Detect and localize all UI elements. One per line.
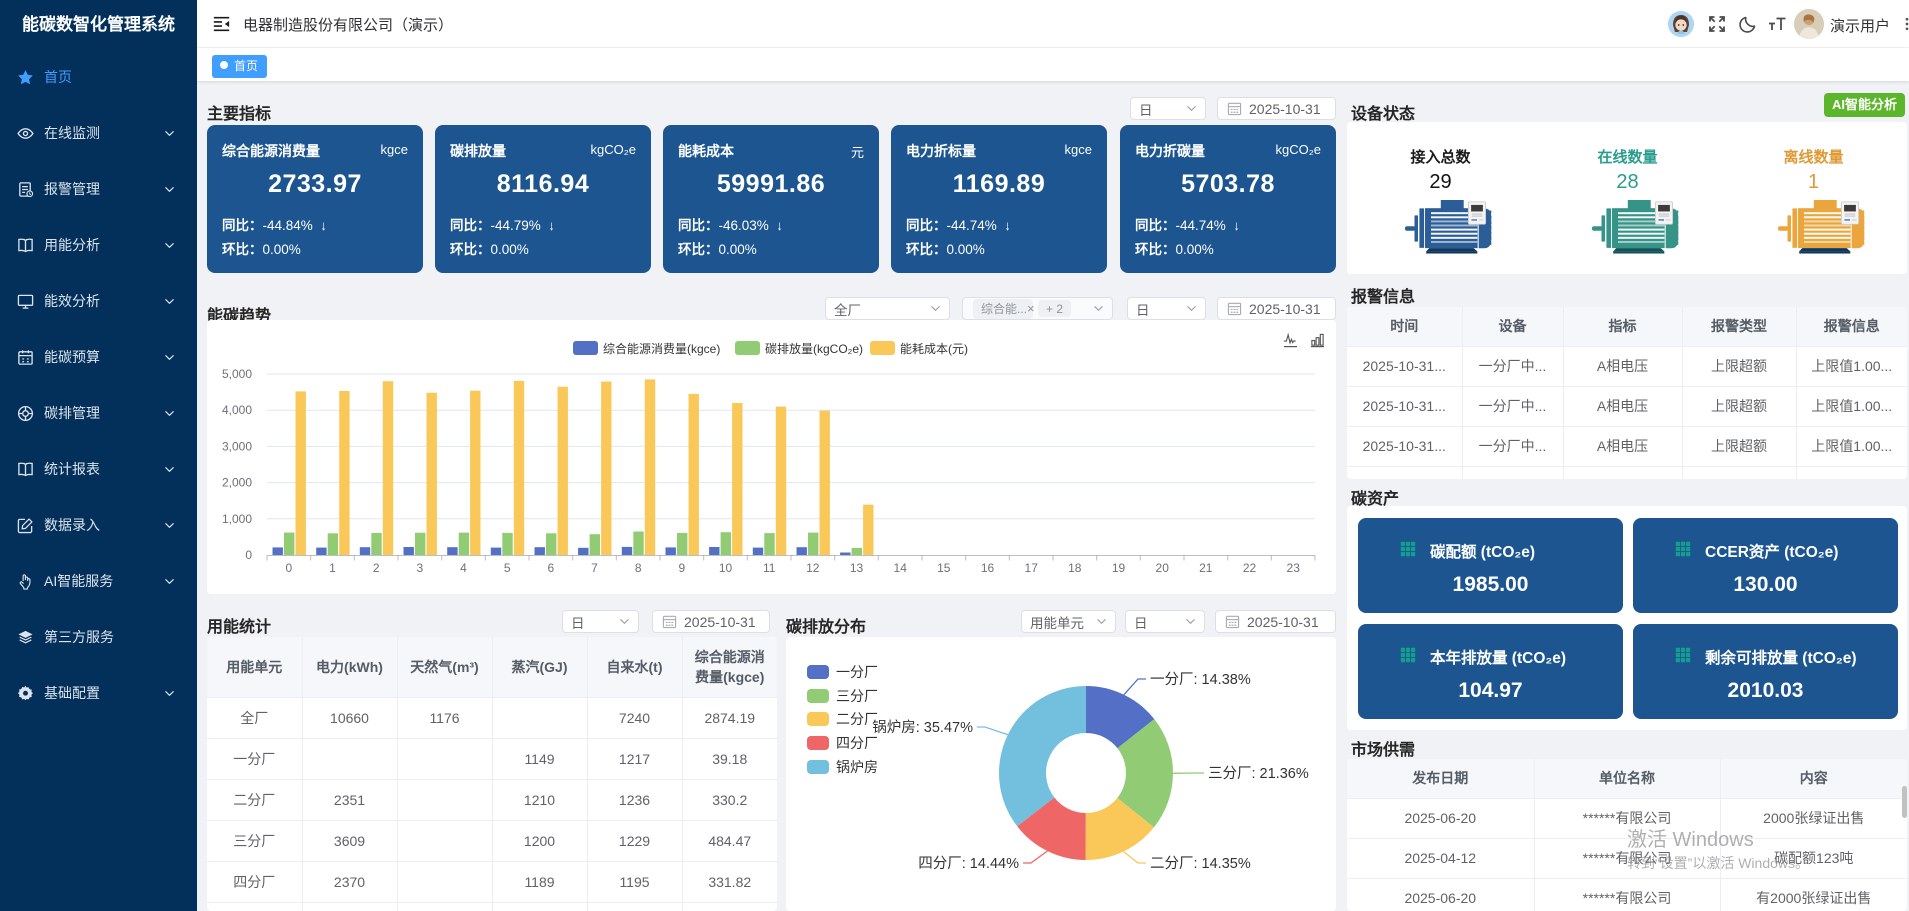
- svg-text:15: 15: [937, 561, 951, 575]
- svg-text:1: 1: [329, 561, 336, 575]
- svg-text:3: 3: [416, 561, 423, 575]
- svg-text:二分厂: 14.35%: 二分厂: 14.35%: [1150, 855, 1251, 872]
- svg-text:一分厂: 14.38%: 一分厂: 14.38%: [1150, 671, 1251, 688]
- svg-text:14: 14: [894, 561, 908, 575]
- svg-text:2: 2: [373, 561, 380, 575]
- svg-text:17: 17: [1025, 561, 1039, 575]
- svg-text:23: 23: [1287, 561, 1301, 575]
- svg-text:8: 8: [635, 561, 642, 575]
- svg-text:三分厂: 21.36%: 三分厂: 21.36%: [1208, 765, 1309, 782]
- svg-text:2,000: 2,000: [222, 476, 252, 490]
- svg-text:0: 0: [245, 548, 252, 562]
- svg-text:21: 21: [1199, 561, 1213, 575]
- svg-text:能耗成本(元): 能耗成本(元): [900, 342, 968, 356]
- svg-text:4,000: 4,000: [222, 403, 252, 417]
- svg-text:一分厂: 一分厂: [836, 664, 878, 680]
- svg-text:四分厂: 四分厂: [836, 735, 878, 751]
- svg-text:20: 20: [1156, 561, 1170, 575]
- svg-text:12: 12: [806, 561, 820, 575]
- svg-text:9: 9: [678, 561, 685, 575]
- svg-text:16: 16: [981, 561, 995, 575]
- svg-text:22: 22: [1243, 561, 1257, 575]
- svg-text:0: 0: [285, 561, 292, 575]
- svg-text:综合能源消费量(kgce): 综合能源消费量(kgce): [603, 341, 720, 356]
- svg-text:19: 19: [1112, 561, 1126, 575]
- svg-text:10: 10: [719, 561, 733, 575]
- svg-text:1,000: 1,000: [222, 512, 252, 526]
- svg-text:7: 7: [591, 561, 598, 575]
- svg-text:碳排放量(kgCO₂e): 碳排放量(kgCO₂e): [765, 341, 863, 356]
- svg-text:4: 4: [460, 561, 467, 575]
- svg-text:6: 6: [547, 561, 554, 575]
- svg-text:四分厂: 14.44%: 四分厂: 14.44%: [918, 855, 1019, 872]
- svg-text:锅炉房: 锅炉房: [836, 759, 878, 775]
- svg-text:锅炉房: 35.47%: 锅炉房: 35.47%: [872, 719, 973, 736]
- svg-text:5: 5: [504, 561, 511, 575]
- svg-text:5,000: 5,000: [222, 367, 252, 381]
- svg-text:3,000: 3,000: [222, 439, 252, 453]
- svg-text:13: 13: [850, 561, 864, 575]
- svg-text:11: 11: [763, 561, 776, 575]
- svg-text:18: 18: [1068, 561, 1082, 575]
- svg-text:三分厂: 三分厂: [836, 688, 878, 704]
